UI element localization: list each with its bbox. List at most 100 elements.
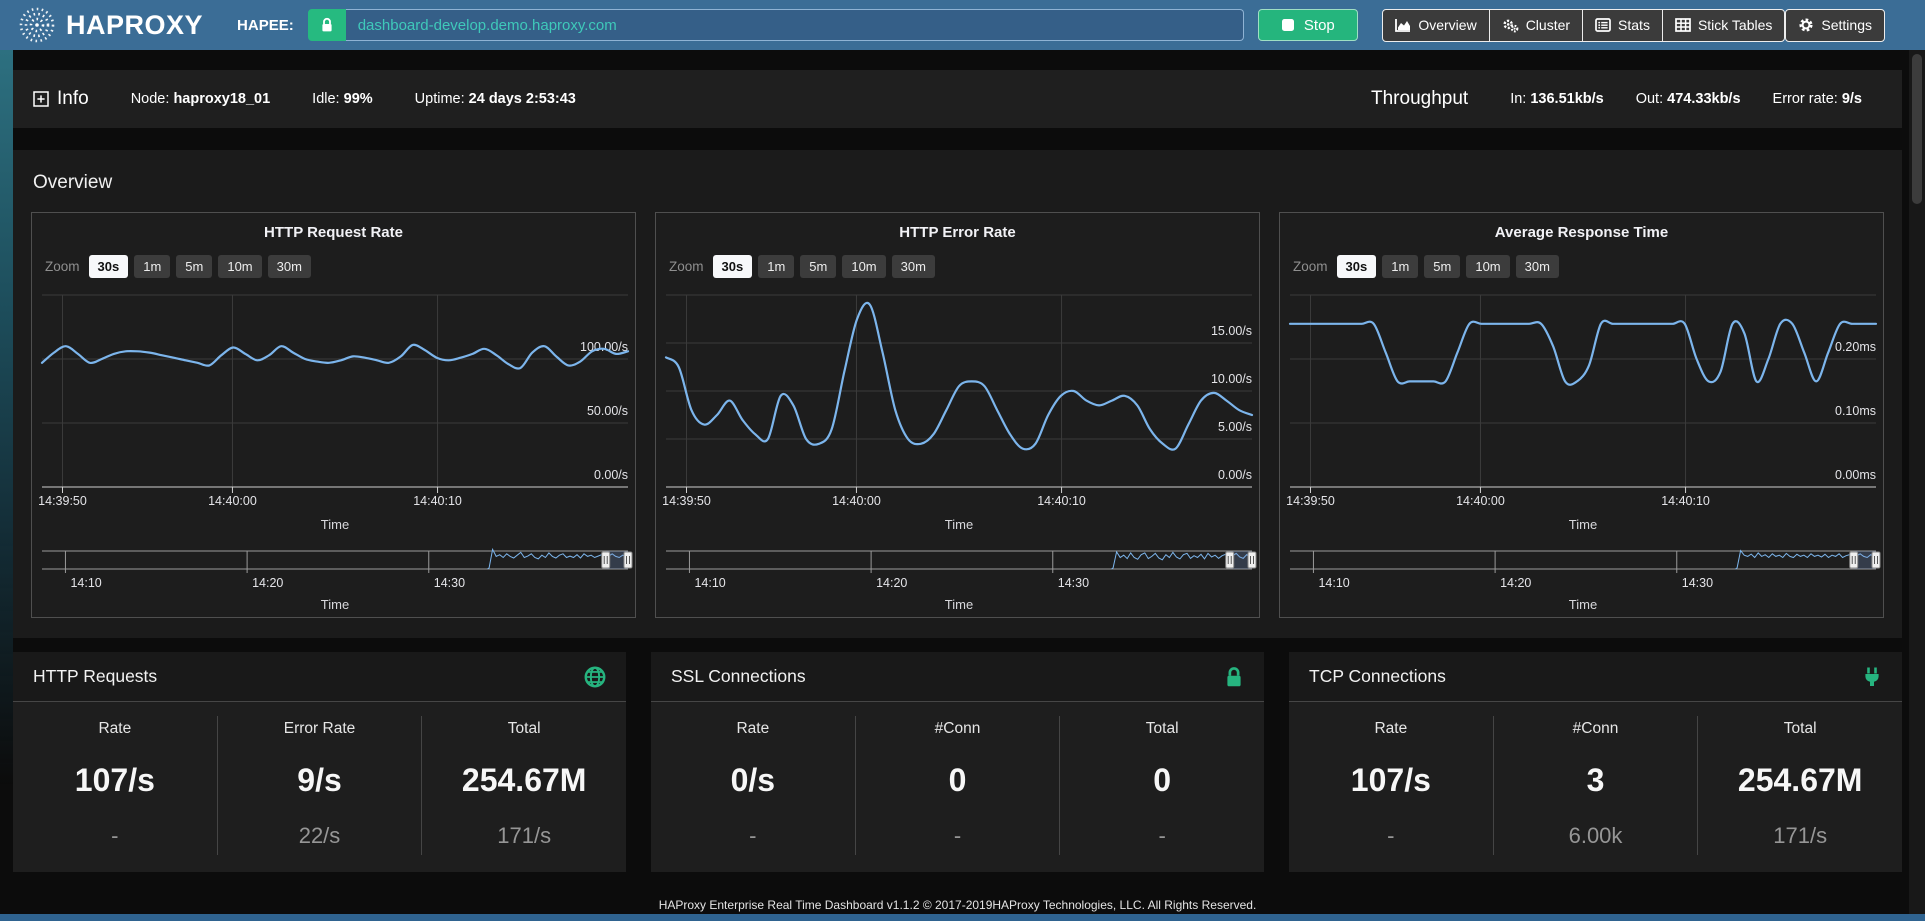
chart-zoom-controls: Zoom 30s1m 5m 10m 30m xyxy=(1280,241,1883,279)
stat-label: Rate xyxy=(1289,720,1493,738)
navigator-handle[interactable] xyxy=(1872,552,1880,568)
navigator-handle[interactable] xyxy=(1226,552,1234,568)
zoom-range-button-10m[interactable]: 10m xyxy=(842,255,885,278)
svg-text:14:30: 14:30 xyxy=(1058,576,1089,590)
stat-value: 107/s xyxy=(13,762,217,799)
svg-text:14:40:10: 14:40:10 xyxy=(1037,494,1086,508)
throughput-out-field: Out: 474.33kb/s xyxy=(1636,91,1741,107)
svg-text:14:30: 14:30 xyxy=(434,576,465,590)
zoom-range-button-1m[interactable]: 1m xyxy=(1382,255,1418,278)
navigator-handle[interactable] xyxy=(602,552,610,568)
nav-button-overview[interactable]: Overview xyxy=(1382,9,1489,42)
nav-button-label: Stats xyxy=(1618,17,1650,33)
nav-button-stick-tables[interactable]: Stick Tables xyxy=(1662,9,1785,42)
svg-text:Time: Time xyxy=(1569,597,1597,612)
info-label: Info xyxy=(57,88,89,110)
charts-row: HTTP Request RateZoom30s1m5m10m30m100.00… xyxy=(31,212,1884,618)
zoom-range-button-30m[interactable]: 30m xyxy=(892,255,935,278)
navigator-handle[interactable] xyxy=(1850,552,1858,568)
http-error-rate-chart: HTTP Error RateZoom30s1m5m10m30m15.00/s1… xyxy=(655,212,1260,618)
svg-text:14:40:10: 14:40:10 xyxy=(413,494,462,508)
stat-column: Rate 107/s - xyxy=(1289,716,1493,855)
url-lock-button[interactable] xyxy=(308,9,346,41)
zoom-range-button-30s[interactable]: 30s xyxy=(89,255,129,278)
nav-button-cluster[interactable]: Cluster xyxy=(1489,9,1583,42)
svg-text:0.20ms: 0.20ms xyxy=(1835,340,1876,354)
svg-text:Time: Time xyxy=(321,517,349,532)
brand-name: HAPROXY xyxy=(66,10,203,41)
zoom-label: Zoom xyxy=(45,259,80,274)
svg-text:14:10: 14:10 xyxy=(1318,576,1349,590)
chart-title: HTTP Request Rate xyxy=(32,224,635,241)
svg-text:14:39:50: 14:39:50 xyxy=(38,494,87,508)
stat-label: Total xyxy=(1698,720,1902,738)
main-nav: Overview Cluster Stats xyxy=(1382,9,1785,42)
stat-value: 254.67M xyxy=(422,762,626,799)
list-alt-icon xyxy=(1595,18,1611,32)
navigator-handle[interactable] xyxy=(624,552,632,568)
zoom-range-button-5m[interactable]: 5m xyxy=(1424,255,1460,278)
scrollbar-thumb[interactable] xyxy=(1912,54,1922,204)
settings-button[interactable]: Settings xyxy=(1785,9,1885,42)
svg-text:14:39:50: 14:39:50 xyxy=(1286,494,1335,508)
node-field: Node: haproxy18_01 xyxy=(131,91,270,107)
chart-plot-area[interactable]: 100.00/s50.00/s0.00/s14:39:5014:40:0014:… xyxy=(32,281,635,617)
stat-sub: 22/s xyxy=(218,823,422,849)
zoom-range-button-30m[interactable]: 30m xyxy=(1516,255,1559,278)
http-request-rate-chart: HTTP Request RateZoom30s1m5m10m30m100.00… xyxy=(31,212,636,618)
zoom-range-button-1m[interactable]: 1m xyxy=(134,255,170,278)
svg-text:14:10: 14:10 xyxy=(70,576,101,590)
expand-plus-icon xyxy=(33,91,49,107)
zoom-range-button-1m[interactable]: 1m xyxy=(758,255,794,278)
zoom-range-button-30s[interactable]: 30s xyxy=(713,255,753,278)
stat-label: #Conn xyxy=(856,720,1060,738)
svg-text:0.00ms: 0.00ms xyxy=(1835,468,1876,482)
zoom-range-button-10m[interactable]: 10m xyxy=(1466,255,1509,278)
svg-text:50.00/s: 50.00/s xyxy=(587,404,628,418)
page-left-gradient xyxy=(0,50,13,914)
zoom-range-button-30m[interactable]: 30m xyxy=(268,255,311,278)
globe-icon xyxy=(584,666,606,688)
zoom-range-button-5m[interactable]: 5m xyxy=(800,255,836,278)
zoom-range-button-10m[interactable]: 10m xyxy=(218,255,261,278)
stat-column: Total 254.67M 171/s xyxy=(1697,716,1902,855)
stop-button[interactable]: Stop xyxy=(1258,9,1358,41)
bottom-blue-strip xyxy=(0,914,1925,921)
lock-icon xyxy=(320,17,334,33)
zoom-label: Zoom xyxy=(1293,259,1328,274)
card-title: SSL Connections xyxy=(671,666,806,687)
chart-plot-area[interactable]: 0.20ms0.10ms0.00ms14:39:5014:40:0014:40:… xyxy=(1280,281,1883,617)
nav-button-stats[interactable]: Stats xyxy=(1582,9,1663,42)
url-input[interactable] xyxy=(346,9,1245,41)
chart-title: HTTP Error Rate xyxy=(656,224,1259,241)
zoom-range-button-5m[interactable]: 5m xyxy=(176,255,212,278)
plug-icon xyxy=(1862,666,1882,688)
svg-text:Time: Time xyxy=(1569,517,1597,532)
navigator-handle[interactable] xyxy=(1248,552,1256,568)
nav-button-label: Cluster xyxy=(1526,17,1570,33)
stat-value: 107/s xyxy=(1289,762,1493,799)
overview-title: Overview xyxy=(31,166,1884,212)
stat-sub: - xyxy=(1289,823,1493,849)
svg-text:10.00/s: 10.00/s xyxy=(1211,372,1252,386)
svg-text:14:40:00: 14:40:00 xyxy=(208,494,257,508)
nav-button-label: Stick Tables xyxy=(1698,17,1772,33)
gears-icon xyxy=(1502,18,1519,33)
svg-text:14:20: 14:20 xyxy=(1500,576,1531,590)
info-toggle[interactable]: Info xyxy=(33,88,89,110)
stat-column: #Conn 3 6.00k xyxy=(1493,716,1698,855)
zoom-range-button-30s[interactable]: 30s xyxy=(1337,255,1377,278)
card-title: TCP Connections xyxy=(1309,666,1446,687)
stat-value: 3 xyxy=(1494,762,1698,799)
chart-title: Average Response Time xyxy=(1280,224,1883,241)
env-label: HAPEE: xyxy=(237,17,294,34)
svg-text:Time: Time xyxy=(321,597,349,612)
scrollbar[interactable] xyxy=(1909,50,1925,914)
table-icon xyxy=(1675,18,1691,32)
stat-value: 0 xyxy=(856,762,1060,799)
overview-section: Overview HTTP Request RateZoom30s1m5m10m… xyxy=(13,150,1902,638)
chart-plot-area[interactable]: 15.00/s10.00/s5.00/s0.00/s14:39:5014:40:… xyxy=(656,281,1259,617)
stat-column: #Conn 0 - xyxy=(855,716,1060,855)
haproxy-logo: HAPROXY xyxy=(18,6,203,44)
ssl-connections-card: SSL Connections Rate 0/s - #Conn 0 xyxy=(651,652,1264,872)
